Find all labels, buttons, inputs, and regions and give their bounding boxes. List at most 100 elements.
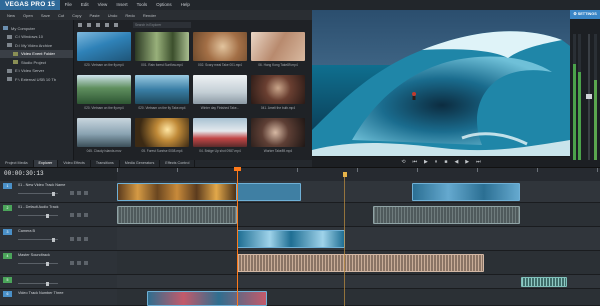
prev-frame-icon[interactable]: ◀ — [454, 159, 458, 165]
menu-file[interactable]: File — [60, 0, 76, 10]
tree-item-c-drive[interactable]: C:\ Windows 10 — [0, 33, 73, 42]
track-header[interactable]: 2 01 - Default Audio Track — [0, 203, 117, 227]
refresh-icon[interactable] — [105, 23, 109, 27]
tree-item-studio-project[interactable]: Studio Project — [0, 58, 73, 67]
settings-button[interactable]: ⚙ SETTINGS — [570, 10, 600, 19]
solo-icon[interactable] — [77, 261, 81, 265]
menu-insert[interactable]: Insert — [112, 0, 132, 10]
tree-item-f-drive[interactable]: F:\ External USB 10 Tb — [0, 75, 73, 84]
video-clip[interactable] — [147, 291, 267, 306]
solo-icon[interactable] — [77, 237, 81, 241]
mute-icon[interactable] — [70, 237, 74, 241]
track-volume-slider[interactable] — [18, 213, 58, 218]
track-opacity-slider[interactable] — [18, 237, 58, 242]
solo-icon[interactable] — [77, 191, 81, 195]
tree-item-video-event-folder[interactable]: Video Event Folder — [0, 49, 73, 58]
media-thumbnail[interactable]: 04. Bridge Up shot 0987.mp4 — [193, 118, 247, 158]
media-thumbnail[interactable]: 05. Forest Sunrise 0008.mp4 — [135, 118, 189, 158]
fx-icon[interactable] — [84, 261, 88, 265]
audio-clip[interactable] — [117, 206, 237, 224]
media-thumbnail[interactable]: 020. Vietnam on the fly.mp4 — [77, 32, 131, 72]
save-button[interactable]: Save — [37, 13, 54, 18]
media-thumbnail[interactable]: 06. Hong Kong Take89.mp4 — [251, 32, 305, 72]
tab-explorer[interactable]: Explorer — [33, 160, 59, 167]
video-clip[interactable] — [412, 183, 520, 201]
playhead-line[interactable] — [237, 167, 238, 306]
menu-edit[interactable]: Edit — [76, 0, 93, 10]
tree-item-d-drive[interactable]: D:\ My Video Archive — [0, 41, 73, 50]
track-header[interactable]: 4 Master Soundtrack — [0, 251, 117, 275]
stop-icon[interactable]: ■ — [444, 159, 447, 165]
timeline-ruler[interactable] — [117, 168, 600, 182]
track-lane[interactable] — [117, 203, 600, 227]
media-thumbnail[interactable]: 041. Ameli the bulb.mp4 — [251, 75, 305, 115]
track-volume-slider[interactable] — [18, 281, 58, 286]
audio-clip[interactable] — [373, 206, 520, 224]
pause-icon[interactable]: ⏸ — [435, 159, 438, 165]
menu-view[interactable]: View — [93, 0, 112, 10]
render-button[interactable]: Render — [139, 13, 160, 18]
audio-clip[interactable] — [237, 254, 484, 272]
up-folder-icon[interactable] — [96, 23, 100, 27]
view-icon[interactable] — [114, 23, 118, 27]
forward-icon[interactable] — [87, 23, 91, 27]
track-header[interactable]: 1 01 - New Video Track Name — [0, 181, 117, 203]
media-thumbnail[interactable]: 045. Cloudy islands.mov — [77, 118, 131, 158]
tree-item-e-drive[interactable]: E:\ Video Server — [0, 67, 73, 76]
media-thumbnail[interactable]: 001. Rain forest Sunflow.mp4 — [135, 32, 189, 72]
play-icon[interactable]: ▶ — [424, 159, 428, 165]
tab-video-effects[interactable]: Video Effects — [58, 160, 91, 167]
paste-button[interactable]: Paste — [86, 13, 104, 18]
track-lane[interactable] — [117, 181, 600, 203]
mute-icon[interactable] — [70, 213, 74, 217]
menu-tools[interactable]: Tools — [132, 0, 152, 10]
menu-help[interactable]: Help — [176, 0, 194, 10]
video-clip[interactable] — [237, 230, 345, 248]
open-button[interactable]: Open — [19, 13, 37, 18]
fx-icon[interactable] — [84, 213, 88, 217]
media-thumbnail[interactable]: Winter day Finished Take... — [193, 75, 247, 115]
undo-button[interactable]: Undo — [104, 13, 122, 18]
media-thumbnail[interactable]: 020. Vietnam on the fly Take.mp4 — [135, 75, 189, 115]
go-to-end-icon[interactable]: ⏭ — [476, 159, 481, 165]
mute-icon[interactable] — [70, 261, 74, 265]
solo-icon[interactable] — [77, 213, 81, 217]
tree-item-my-computer[interactable]: My Computer — [0, 24, 73, 33]
cut-button[interactable]: Cut — [54, 13, 68, 18]
fx-icon[interactable] — [84, 191, 88, 195]
track-lane[interactable] — [117, 289, 600, 306]
redo-button[interactable]: Redo — [121, 13, 139, 18]
track-lane[interactable] — [117, 251, 600, 275]
fx-icon[interactable] — [84, 237, 88, 241]
thumbnail-image — [77, 118, 131, 147]
tab-effects-control[interactable]: Effects Control — [160, 160, 196, 167]
track-lane[interactable] — [117, 227, 600, 251]
tab-project-media[interactable]: Project Media — [0, 160, 34, 167]
audio-clip[interactable] — [521, 277, 567, 287]
media-thumbnail[interactable]: 002. Scary meal Take 001.mp4 — [193, 32, 247, 72]
video-clip[interactable] — [237, 183, 301, 201]
tab-media-generators[interactable]: Media Generators — [120, 160, 161, 167]
video-clip[interactable] — [117, 183, 237, 201]
track-lane[interactable] — [117, 275, 600, 289]
tab-transitions[interactable]: Transitions — [91, 160, 120, 167]
back-icon[interactable] — [78, 23, 82, 27]
media-thumbnail[interactable]: Worker Take89.mp4 — [251, 118, 305, 158]
track-header[interactable]: 3 Camera B — [0, 227, 117, 251]
explorer-search-input[interactable]: Search in Explorer — [133, 22, 191, 28]
master-fader-knob[interactable] — [586, 94, 592, 99]
track-volume-slider[interactable] — [18, 261, 58, 266]
track-header[interactable]: 6 Video Track Number Three — [0, 289, 117, 306]
play-from-start-icon[interactable]: ⏮ — [413, 159, 418, 165]
new-button[interactable]: New — [3, 13, 19, 18]
loop-icon[interactable]: ⟲ — [401, 159, 405, 165]
track-header[interactable]: 5 — [0, 275, 117, 289]
mute-icon[interactable] — [70, 191, 74, 195]
track-opacity-slider[interactable] — [18, 191, 58, 196]
menu-options[interactable]: Options — [152, 0, 177, 10]
master-fader-track[interactable] — [586, 34, 592, 160]
media-thumbnail[interactable]: 020. Vietnam on the fly.mp4 — [77, 75, 131, 115]
copy-button[interactable]: Copy — [68, 13, 85, 18]
next-frame-icon[interactable]: ▶ — [465, 159, 469, 165]
track-name: 01 - Default Audio Track — [18, 205, 59, 209]
